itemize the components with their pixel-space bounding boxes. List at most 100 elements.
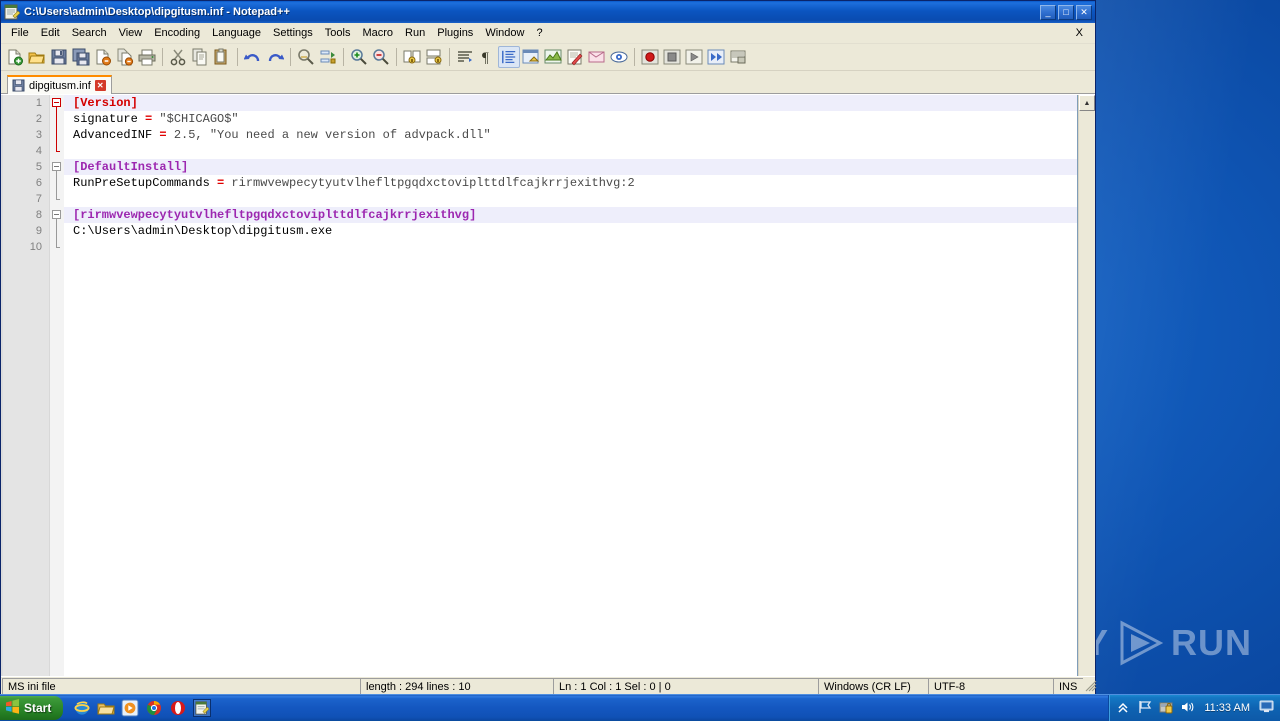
run-macro-multiple-icon[interactable] bbox=[705, 46, 727, 68]
code-line-empty[interactable] bbox=[64, 255, 1077, 271]
code-text-area[interactable]: [Version] signature = "$CHICAGO$" Advanced… bbox=[64, 95, 1077, 676]
network-flag-icon[interactable] bbox=[1138, 700, 1153, 715]
code-line-empty[interactable] bbox=[64, 383, 1077, 399]
code-line[interactable]: C:\Users\admin\Desktop\dipgitusm.exe bbox=[64, 223, 1077, 239]
menu-item-window[interactable]: Window bbox=[479, 25, 530, 41]
menu-item-file[interactable]: File bbox=[5, 25, 35, 41]
sync-vertical-scroll-icon[interactable] bbox=[401, 46, 423, 68]
code-line[interactable]: [rirmwvewpecytyutvlhefltpgqdxctoviplttdl… bbox=[64, 207, 1077, 223]
menu-item-plugins[interactable]: Plugins bbox=[431, 25, 479, 41]
menu-item-settings[interactable]: Settings bbox=[267, 25, 319, 41]
code-line[interactable]: [Version] bbox=[64, 95, 1077, 111]
code-line[interactable]: signature = "$CHICAGO$" bbox=[64, 111, 1077, 127]
code-line-empty[interactable] bbox=[64, 447, 1077, 463]
resize-grip[interactable] bbox=[1083, 677, 1097, 695]
title-bar[interactable]: C:\Users\admin\Desktop\dipgitusm.inf - N… bbox=[1, 1, 1095, 23]
menu-item-macro[interactable]: Macro bbox=[356, 25, 399, 41]
code-line-empty[interactable] bbox=[64, 367, 1077, 383]
maximize-button[interactable]: □ bbox=[1058, 4, 1074, 20]
open-file-icon[interactable] bbox=[26, 46, 48, 68]
menu-item-edit[interactable]: Edit bbox=[35, 25, 66, 41]
file-explorer-icon[interactable] bbox=[97, 699, 116, 717]
code-line[interactable] bbox=[64, 191, 1077, 207]
close-all-files-icon[interactable] bbox=[114, 46, 136, 68]
code-line-empty[interactable] bbox=[64, 303, 1077, 319]
save-all-icon[interactable] bbox=[70, 46, 92, 68]
code-line-empty[interactable] bbox=[64, 399, 1077, 415]
cut-icon[interactable] bbox=[167, 46, 189, 68]
new-file-icon[interactable] bbox=[4, 46, 26, 68]
print-icon[interactable] bbox=[136, 46, 158, 68]
undo-icon[interactable] bbox=[242, 46, 264, 68]
code-line[interactable]: AdvancedINF = 2.5, "You need a new versi… bbox=[64, 127, 1077, 143]
code-line-empty[interactable] bbox=[64, 463, 1077, 479]
playback-macro-icon[interactable] bbox=[683, 46, 705, 68]
code-line-empty[interactable] bbox=[64, 479, 1077, 495]
code-line-empty[interactable] bbox=[64, 527, 1077, 543]
code-line[interactable] bbox=[64, 143, 1077, 159]
code-line-empty[interactable] bbox=[64, 351, 1077, 367]
folder-as-workspace-icon[interactable] bbox=[608, 46, 630, 68]
replace-icon[interactable] bbox=[317, 46, 339, 68]
scroll-up-button[interactable]: ▲ bbox=[1079, 95, 1095, 111]
tab-dipgitusm-inf[interactable]: dipgitusm.inf ✕ bbox=[7, 75, 112, 94]
show-symbol-icon[interactable] bbox=[542, 46, 564, 68]
fold-toggle-icon[interactable] bbox=[52, 98, 61, 107]
menu-item-language[interactable]: Language bbox=[206, 25, 267, 41]
sync-horizontal-scroll-icon[interactable] bbox=[423, 46, 445, 68]
user-defined-dialog-icon[interactable] bbox=[520, 46, 542, 68]
code-line-empty[interactable] bbox=[64, 623, 1077, 639]
start-button[interactable]: Start bbox=[0, 695, 64, 720]
show-hidden-icons-icon[interactable] bbox=[1117, 700, 1132, 715]
internet-explorer-icon[interactable] bbox=[73, 699, 91, 717]
close-document-button[interactable]: X bbox=[1070, 25, 1091, 41]
code-folding-margin[interactable] bbox=[50, 95, 64, 676]
code-line[interactable]: RunPreSetupCommands = rirmwvewpecytyutvl… bbox=[64, 175, 1077, 191]
show-all-characters-icon[interactable]: ¶ bbox=[476, 46, 498, 68]
code-line-empty[interactable] bbox=[64, 319, 1077, 335]
tab-close-icon[interactable]: ✕ bbox=[94, 80, 106, 91]
code-editor[interactable]: 1 2 3 4 5 6 7 8 9 10 [Version] signature = "$CHICA… bbox=[1, 95, 1078, 676]
volume-icon[interactable] bbox=[1180, 700, 1195, 715]
indent-guide-icon[interactable] bbox=[498, 46, 520, 68]
close-button[interactable]: ✕ bbox=[1076, 4, 1092, 20]
fold-toggle-icon[interactable] bbox=[52, 210, 61, 219]
code-line-empty[interactable] bbox=[64, 335, 1077, 351]
menu-item-help[interactable]: ? bbox=[530, 25, 548, 41]
code-line-empty[interactable] bbox=[64, 431, 1077, 447]
code-line-empty[interactable] bbox=[64, 495, 1077, 511]
copy-icon[interactable] bbox=[189, 46, 211, 68]
menu-item-view[interactable]: View bbox=[113, 25, 149, 41]
code-line-empty[interactable] bbox=[64, 543, 1077, 559]
code-line[interactable]: [DefaultInstall] bbox=[64, 159, 1077, 175]
vertical-scrollbar[interactable]: ▲ bbox=[1078, 95, 1095, 676]
code-line[interactable] bbox=[64, 239, 1077, 255]
record-macro-icon[interactable] bbox=[639, 46, 661, 68]
show-desktop-icon[interactable] bbox=[1259, 700, 1274, 715]
menu-item-search[interactable]: Search bbox=[66, 25, 113, 41]
menu-item-tools[interactable]: Tools bbox=[319, 25, 357, 41]
media-player-icon[interactable] bbox=[121, 699, 139, 717]
save-icon[interactable] bbox=[48, 46, 70, 68]
code-line-empty[interactable] bbox=[64, 511, 1077, 527]
code-line-empty[interactable] bbox=[64, 591, 1077, 607]
menu-item-run[interactable]: Run bbox=[399, 25, 431, 41]
minimize-button[interactable]: _ bbox=[1040, 4, 1056, 20]
document-map-icon[interactable] bbox=[564, 46, 586, 68]
close-file-icon[interactable] bbox=[92, 46, 114, 68]
code-line-empty[interactable] bbox=[64, 575, 1077, 591]
taskbar-clock[interactable]: 11:33 AM bbox=[1204, 702, 1250, 714]
google-chrome-icon[interactable] bbox=[145, 699, 163, 717]
fold-toggle-icon[interactable] bbox=[52, 162, 61, 171]
opera-icon[interactable] bbox=[169, 699, 187, 717]
stop-recording-macro-icon[interactable] bbox=[661, 46, 683, 68]
menu-item-encoding[interactable]: Encoding bbox=[148, 25, 206, 41]
security-shield-icon[interactable] bbox=[1159, 700, 1174, 715]
word-wrap-icon[interactable] bbox=[454, 46, 476, 68]
redo-icon[interactable] bbox=[264, 46, 286, 68]
function-list-icon[interactable] bbox=[586, 46, 608, 68]
zoom-out-icon[interactable] bbox=[370, 46, 392, 68]
notepad-plus-plus-taskbar-icon[interactable] bbox=[193, 698, 212, 717]
paste-icon[interactable] bbox=[211, 46, 233, 68]
code-line-empty[interactable] bbox=[64, 607, 1077, 623]
